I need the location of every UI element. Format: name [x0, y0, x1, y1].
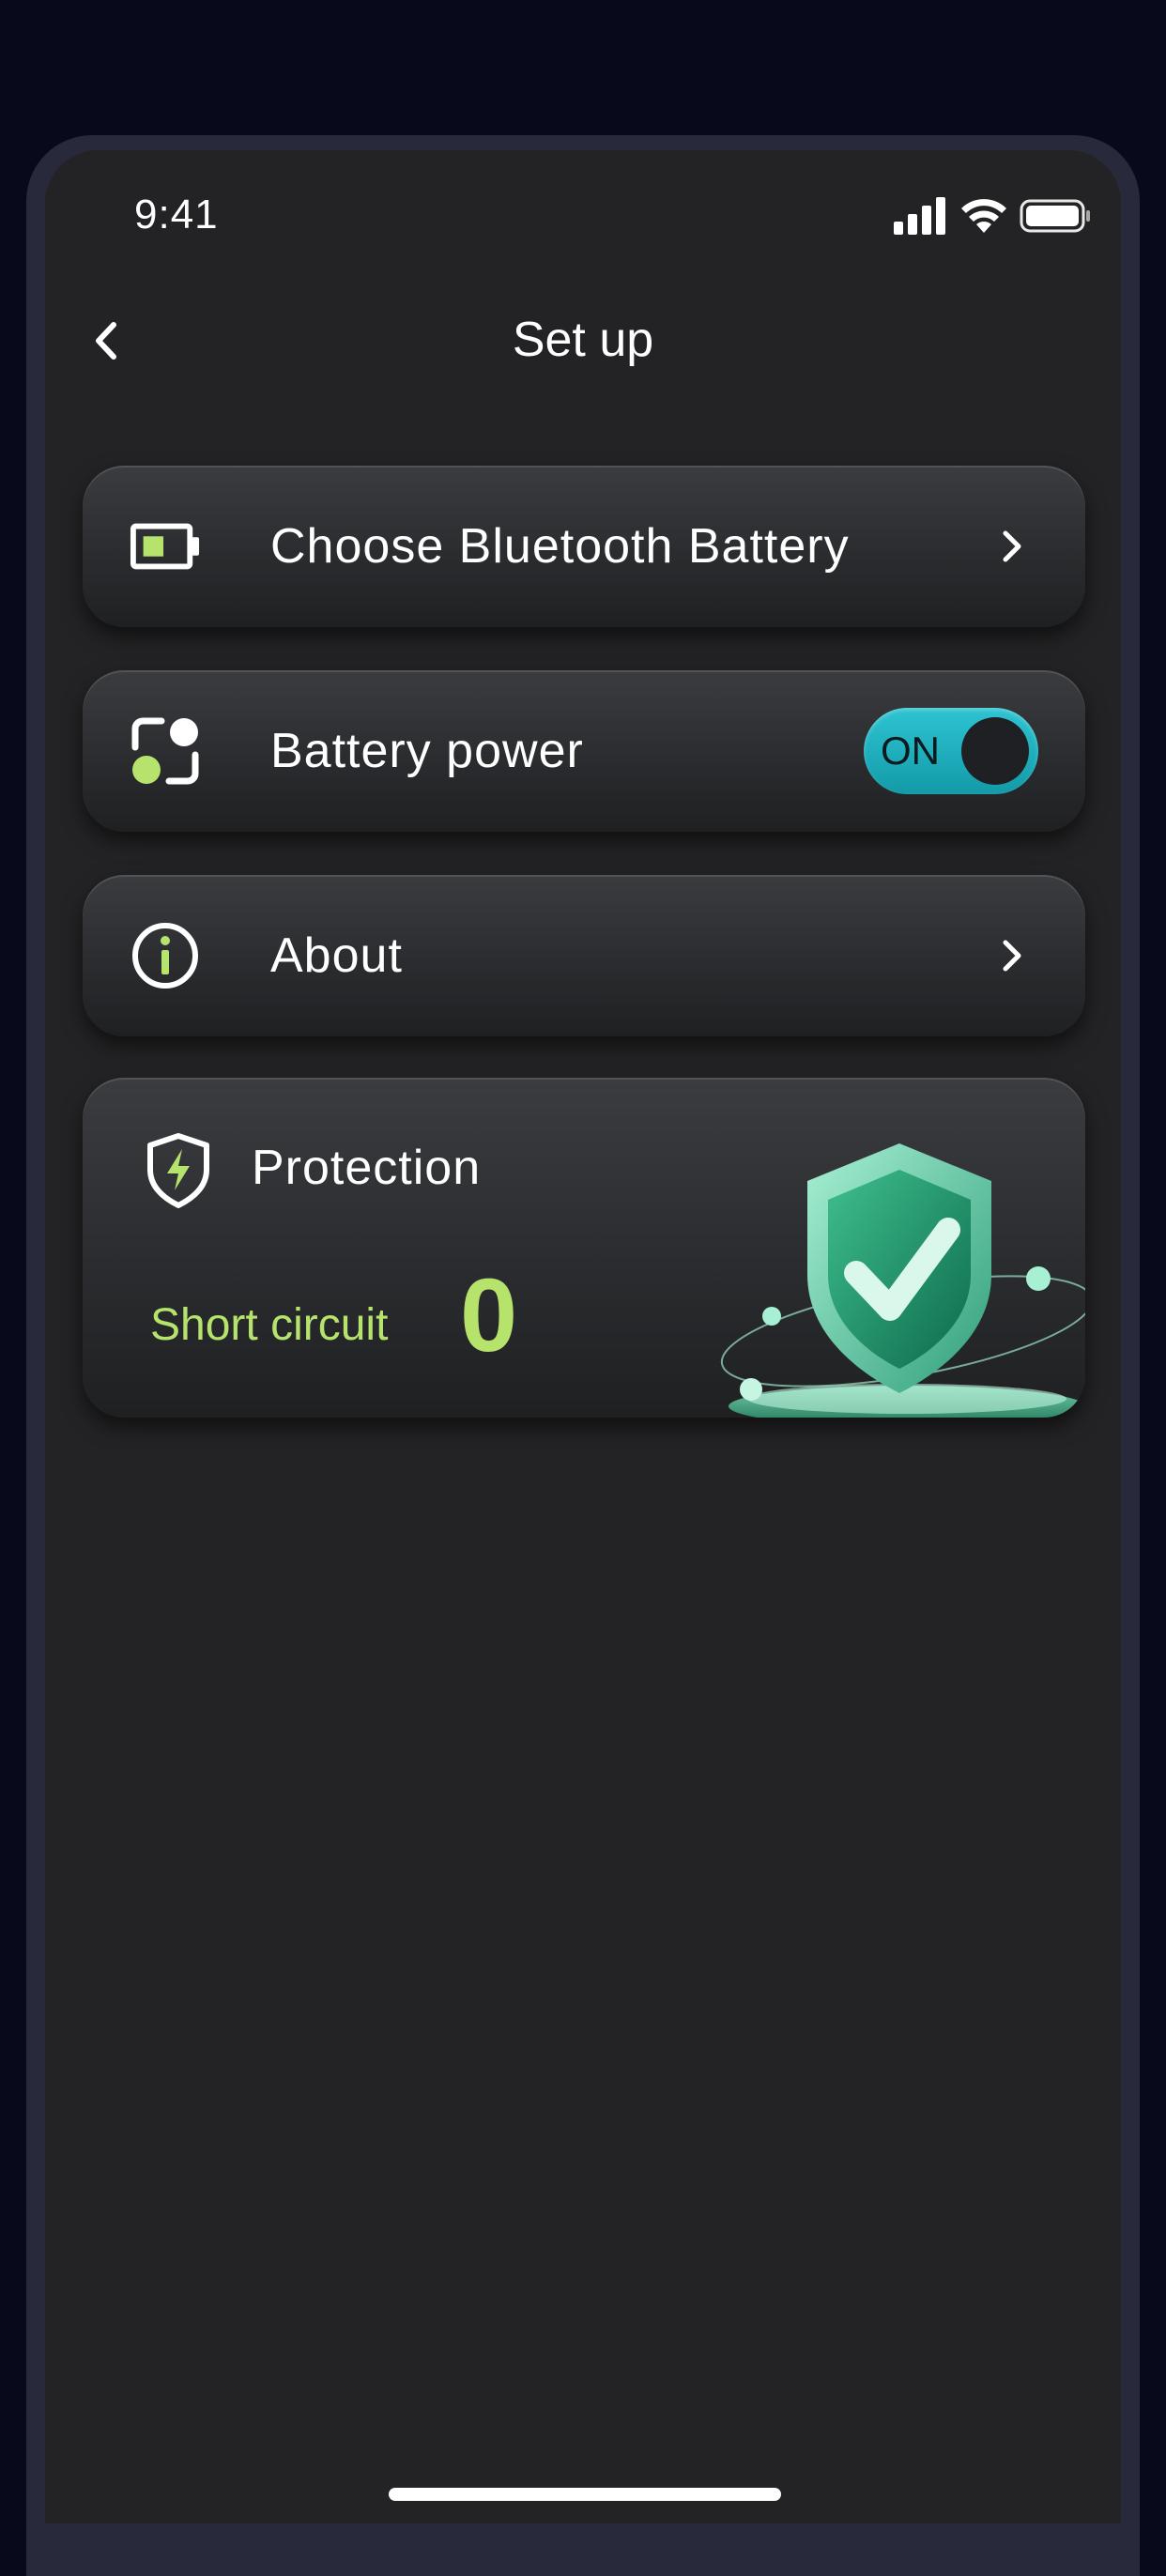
power-toggle-icon: [130, 715, 201, 787]
battery-icon: [130, 511, 201, 582]
chevron-right-icon: [995, 526, 1029, 567]
toggle-knob: [961, 717, 1029, 785]
chevron-right-icon: [995, 935, 1029, 976]
wifi-icon: [961, 199, 1006, 233]
menu-item-label: Battery power: [270, 724, 584, 778]
protection-title: Protection: [252, 1141, 482, 1195]
battery-full-icon: [1020, 199, 1090, 233]
choose-bluetooth-battery-item[interactable]: Choose Bluetooth Battery: [83, 466, 1085, 627]
battery-power-toggle[interactable]: ON: [864, 708, 1038, 794]
info-icon: [130, 920, 201, 991]
app-screen: 9:41 Set up Choose Bluetooth Battery Bat…: [45, 150, 1121, 2523]
menu-item-label: About: [270, 928, 403, 983]
battery-power-item: Battery power ON: [83, 670, 1085, 832]
shield-check-illustration: [720, 1143, 1085, 1418]
status-icons: [894, 197, 1091, 235]
shield-bolt-icon: [147, 1133, 209, 1208]
home-indicator[interactable]: [389, 2488, 781, 2501]
about-item[interactable]: About: [83, 875, 1085, 1036]
short-circuit-value: 0: [460, 1258, 518, 1373]
short-circuit-label: Short circuit: [150, 1300, 389, 1350]
cellular-signal-icon: [894, 197, 945, 235]
page-title: Set up: [512, 313, 654, 367]
toggle-state-label: ON: [881, 728, 940, 773]
status-time: 9:41: [134, 192, 219, 238]
menu-item-label: Choose Bluetooth Battery: [270, 519, 850, 574]
protection-card: Protection Short circuit 0: [83, 1078, 1085, 1418]
